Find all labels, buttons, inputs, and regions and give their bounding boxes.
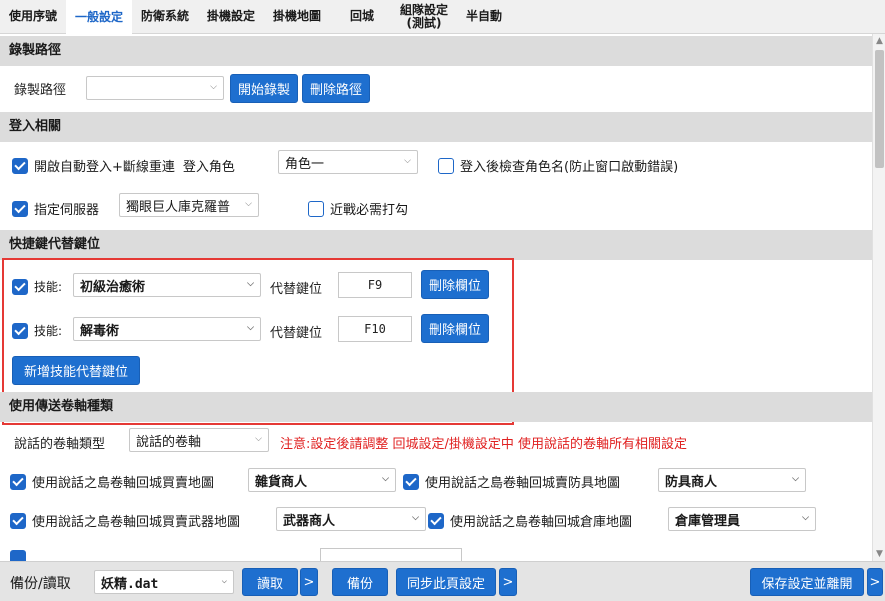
chevron-down-icon: ⌵ bbox=[404, 156, 411, 166]
tab-return-town[interactable]: 回城 bbox=[330, 0, 394, 33]
armor-label: 使用說話之島卷軸回城賣防具地圖 bbox=[425, 476, 621, 491]
backup-read-label: 備份/讀取 bbox=[10, 576, 71, 592]
tab-serial[interactable]: 使用序號 bbox=[0, 0, 66, 33]
cut-off-checkbox bbox=[10, 550, 26, 561]
tab-semi-auto[interactable]: 半自動 bbox=[454, 0, 514, 33]
auto-login-option[interactable]: 開啟自動登入+斷線重連 登入角色 bbox=[12, 156, 235, 175]
settings-panel: 錄製路徑 錄製路徑 ⌵ 開始錄製 刪除路徑 登入相關 開啟自動登入+斷線重連 登… bbox=[0, 34, 872, 561]
start-record-button[interactable]: 開始錄製 bbox=[230, 74, 298, 103]
armor-checkbox[interactable] bbox=[403, 473, 419, 490]
tab-bar: 使用序號 一般設定 防衛系統 掛機設定 掛機地圖 回城 組隊設定 (測試) 半自… bbox=[0, 0, 885, 34]
scroll-type-select[interactable]: 說話的卷軸 ⌵ bbox=[129, 428, 269, 452]
melee-label: 近戰必需打勾 bbox=[330, 203, 409, 218]
tab-defense[interactable]: 防衛系統 bbox=[132, 0, 198, 33]
melee-option[interactable]: 近戰必需打勾 bbox=[308, 199, 408, 218]
server-select[interactable]: 獨眼巨人庫克羅普 ⌵ bbox=[119, 193, 259, 217]
section-scroll: 使用傳送卷軸種類 bbox=[0, 392, 872, 422]
save-exit-button[interactable]: 保存設定並離開 bbox=[750, 568, 864, 596]
delete-path-button[interactable]: 刪除路徑 bbox=[302, 74, 370, 103]
record-path-select[interactable]: ⌵ bbox=[86, 76, 224, 100]
chevron-down-icon: ⌵ bbox=[412, 513, 419, 523]
server-checkbox[interactable] bbox=[12, 200, 28, 217]
auto-login-checkbox[interactable] bbox=[12, 157, 28, 174]
buy-sell-checkbox[interactable] bbox=[10, 473, 26, 490]
role-select[interactable]: 角色一 ⌵ bbox=[278, 150, 418, 174]
check-name-option[interactable]: 登入後檢查角色名(防止窗口啟動錯誤) bbox=[438, 156, 678, 175]
tab-party-settings[interactable]: 組隊設定 (測試) bbox=[394, 0, 454, 33]
read-button[interactable]: 讀取 bbox=[242, 568, 298, 596]
buy-sell-label: 使用說話之島卷軸回城買賣地圖 bbox=[32, 476, 215, 491]
chevron-down-icon: ⌵ bbox=[245, 199, 252, 209]
check-name-label: 登入後檢查角色名(防止窗口啟動錯誤) bbox=[460, 160, 679, 175]
weapon-option[interactable]: 使用說話之島卷軸回城買賣武器地圖 bbox=[10, 511, 240, 530]
bottom-bar: 備份/讀取 妖精.dat ⌵ 讀取 > 備份 同步此頁設定 > 保存設定並離開 … bbox=[0, 561, 885, 601]
section-login: 登入相關 bbox=[0, 112, 872, 142]
record-path-label: 錄製路徑 bbox=[14, 83, 67, 98]
buy-sell-option[interactable]: 使用說話之島卷軸回城買賣地圖 bbox=[10, 472, 214, 491]
scroll-warning: 注意:設定後請調整 回城設定/掛機設定中 使用說話的卷軸所有相關設定 bbox=[280, 437, 688, 452]
scroll-up-icon[interactable]: ▲ bbox=[873, 34, 885, 48]
warehouse-option[interactable]: 使用說話之島卷軸回城倉庫地圖 bbox=[428, 511, 632, 530]
server-label: 指定伺服器 bbox=[34, 203, 100, 218]
server-option[interactable]: 指定伺服器 bbox=[12, 199, 99, 218]
weapon-select[interactable]: 武器商人 ⌵ bbox=[276, 507, 426, 531]
tab-afk-map[interactable]: 掛機地圖 bbox=[264, 0, 330, 33]
check-name-checkbox[interactable] bbox=[438, 157, 454, 174]
buy-sell-select[interactable]: 雜貨商人 ⌵ bbox=[248, 468, 396, 492]
weapon-checkbox[interactable] bbox=[10, 512, 26, 529]
chevron-down-icon: ⌵ bbox=[255, 434, 262, 444]
scroll-type-label: 說話的卷軸類型 bbox=[14, 437, 106, 452]
chevron-down-icon: ⌵ bbox=[802, 513, 809, 523]
chevron-down-icon: ⌵ bbox=[792, 474, 799, 484]
weapon-label: 使用說話之島卷軸回城買賣武器地圖 bbox=[32, 515, 241, 530]
chevron-down-icon: ⌵ bbox=[210, 82, 217, 92]
melee-checkbox[interactable] bbox=[308, 200, 324, 217]
backup-button[interactable]: 備份 bbox=[332, 568, 388, 596]
vertical-scrollbar[interactable]: ▲ ▼ bbox=[872, 34, 885, 561]
save-more-button[interactable]: > bbox=[867, 568, 883, 596]
auto-login-label: 開啟自動登入+斷線重連 bbox=[34, 160, 175, 175]
tab-afk-settings[interactable]: 掛機設定 bbox=[198, 0, 264, 33]
warehouse-select[interactable]: 倉庫管理員 ⌵ bbox=[668, 507, 816, 531]
warehouse-checkbox[interactable] bbox=[428, 512, 444, 529]
armor-select[interactable]: 防具商人 ⌵ bbox=[658, 468, 806, 492]
cut-off-select bbox=[320, 548, 462, 561]
scroll-down-icon[interactable]: ▼ bbox=[873, 547, 885, 561]
warehouse-label: 使用說話之島卷軸回城倉庫地圖 bbox=[450, 515, 633, 530]
chevron-down-icon: ⌵ bbox=[382, 474, 389, 484]
chevron-down-icon: ⌵ bbox=[221, 576, 227, 586]
section-record-path: 錄製路徑 bbox=[0, 36, 872, 66]
read-more-button[interactable]: > bbox=[300, 568, 318, 596]
sync-page-button[interactable]: 同步此頁設定 bbox=[396, 568, 496, 596]
scrollbar-thumb[interactable] bbox=[875, 50, 884, 168]
section-hotkey: 快捷鍵代替鍵位 bbox=[0, 230, 872, 260]
sync-more-button[interactable]: > bbox=[499, 568, 517, 596]
armor-option[interactable]: 使用說話之島卷軸回城賣防具地圖 bbox=[403, 472, 620, 491]
tab-general-settings[interactable]: 一般設定 bbox=[66, 0, 132, 34]
role-label: 登入角色 bbox=[182, 160, 235, 175]
profile-file-select[interactable]: 妖精.dat ⌵ bbox=[94, 570, 234, 594]
